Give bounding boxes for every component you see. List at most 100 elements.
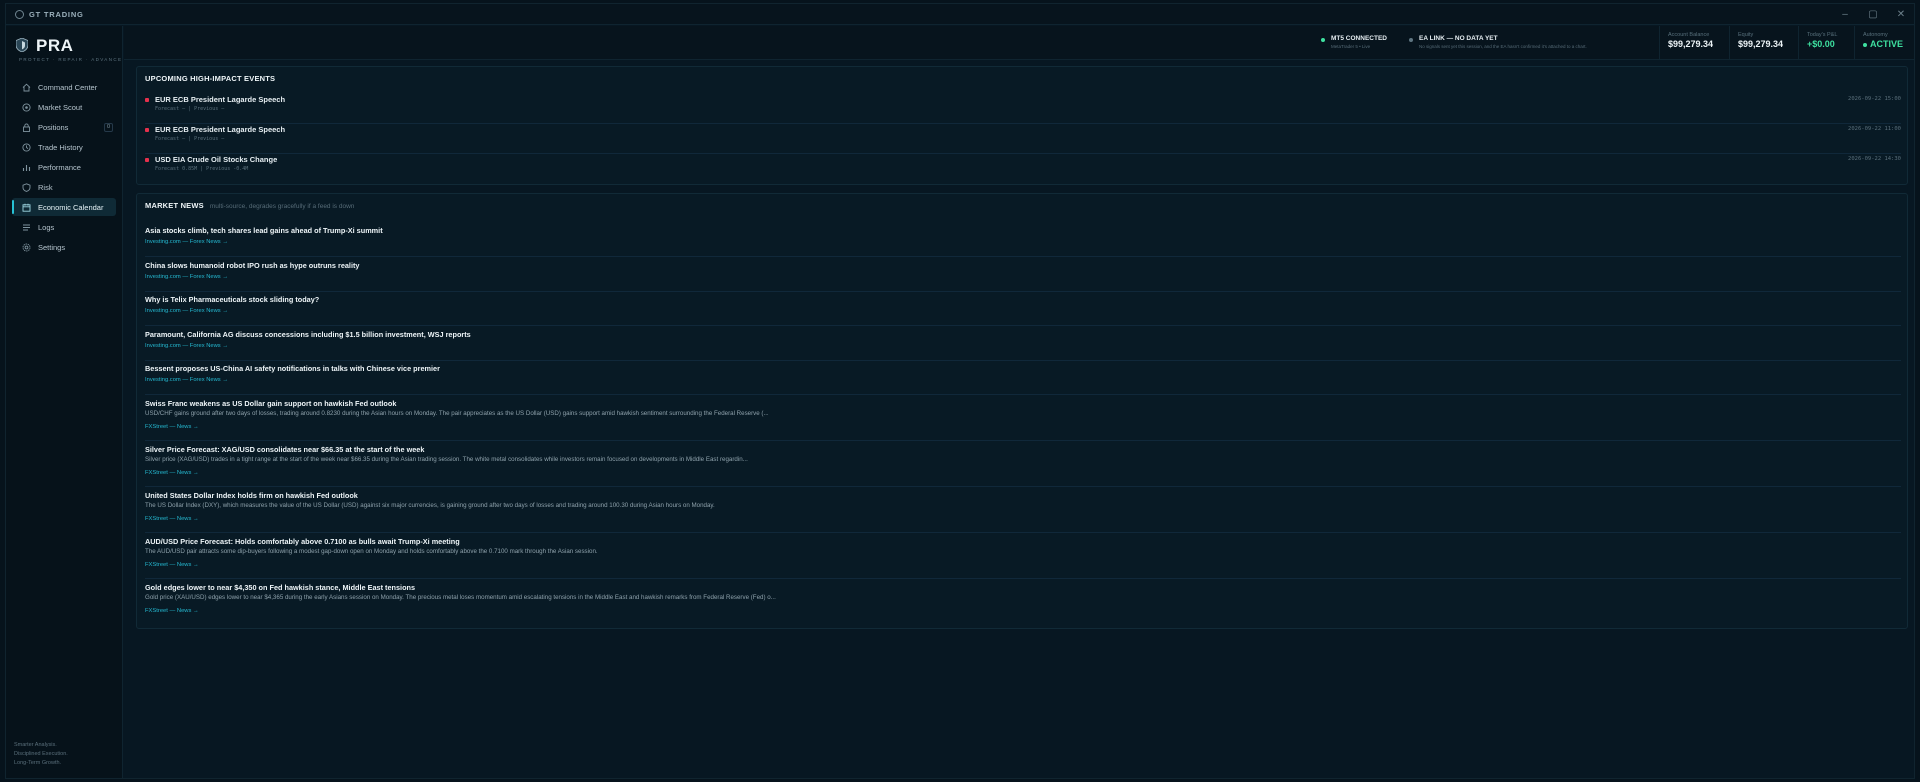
footer-line: Smarter Analysis. <box>14 742 57 748</box>
sidebar-item-label: Positions <box>38 122 69 132</box>
equity: Equity $99,279.34 <box>1729 26 1783 60</box>
bar-chart-icon <box>22 163 31 172</box>
window-controls: – ▢ ✕ <box>1840 4 1906 25</box>
news-source-link[interactable]: FXStreet — News → <box>145 470 199 476</box>
equity-value: $99,279.34 <box>1738 39 1784 49</box>
autonomy-label: Autonomy <box>1863 32 1888 38</box>
status-bar: MT5 CONNECTED MetaTrader 5 • Live EA LIN… <box>124 26 1914 60</box>
news-item: Swiss Franc weakens as US Dollar gain su… <box>145 399 1901 441</box>
gear-icon <box>22 243 31 252</box>
sidebar-item-label: Market Scout <box>38 102 83 112</box>
title-bar: GT TRADING – ▢ ✕ <box>6 4 1914 25</box>
news-source-link[interactable]: FXStreet — News → <box>145 424 199 430</box>
sidebar-item-performance[interactable]: Performance <box>12 158 116 176</box>
news-headline[interactable]: Gold edges lower to near $4,350 on Fed h… <box>145 583 415 592</box>
news-summary: Gold price (XAU/USD) edges lower to near… <box>145 594 776 601</box>
autonomy-dot-icon <box>1863 42 1867 47</box>
event-row[interactable]: EUR ECB President Lagarde Speech Forecas… <box>145 94 1901 124</box>
minimize-icon[interactable]: – <box>1840 9 1850 20</box>
target-icon <box>22 102 31 112</box>
footer-line: Long-Term Growth. <box>14 760 62 766</box>
equity-label: Equity <box>1738 32 1754 38</box>
news-source-link[interactable]: FXStreet — News → <box>145 562 199 568</box>
sidebar-item-risk[interactable]: Risk <box>12 178 116 196</box>
shield-icon <box>22 182 31 192</box>
news-source-link[interactable]: Investing.com — Forex News → <box>145 343 228 349</box>
mt5-status-dot-icon <box>1321 38 1325 42</box>
news-source-link[interactable]: FXStreet — News → <box>145 608 199 614</box>
sidebar-item-market-scout[interactable]: Market Scout <box>12 98 116 116</box>
list-icon <box>22 223 31 232</box>
sidebar-item-positions[interactable]: Positions 0 <box>12 118 116 136</box>
calendar-icon <box>22 203 31 212</box>
high-impact-icon <box>145 98 149 102</box>
close-icon[interactable]: ✕ <box>1896 9 1906 20</box>
event-meta: Forecast — | Previous — <box>155 106 225 112</box>
sidebar-item-economic-calendar[interactable]: Economic Calendar <box>12 198 116 216</box>
news-item: AUD/USD Price Forecast: Holds comfortabl… <box>145 537 1901 579</box>
positions-count-badge: 0 <box>103 123 113 132</box>
sidebar-item-command-center[interactable]: Command Center <box>12 78 116 96</box>
todays-pnl: Today's P&L +$0.00 <box>1798 26 1837 60</box>
event-time: 2026-09-22 15:00 <box>1848 96 1901 102</box>
ea-status-sub: No signals sent yet this session, and th… <box>1419 44 1587 49</box>
event-title: USD EIA Crude Oil Stocks Change <box>155 155 278 164</box>
ea-status-title: EA LINK — NO DATA YET <box>1419 35 1498 42</box>
news-headline[interactable]: Why is Telix Pharmaceuticals stock slidi… <box>145 295 319 304</box>
news-source-link[interactable]: Investing.com — Forex News → <box>145 239 228 245</box>
news-headline[interactable]: Silver Price Forecast: XAG/USD consolida… <box>145 445 424 454</box>
events-panel: UPCOMING HIGH-IMPACT EVENTS EUR ECB Pres… <box>136 66 1908 185</box>
mt5-status: MT5 CONNECTED MetaTrader 5 • Live <box>1321 26 1387 60</box>
sidebar-item-label: Settings <box>38 242 66 252</box>
event-row[interactable]: EUR ECB President Lagarde Speech Forecas… <box>145 124 1901 154</box>
news-headline[interactable]: AUD/USD Price Forecast: Holds comfortabl… <box>145 537 460 546</box>
sidebar-item-label: Performance <box>38 162 81 172</box>
app-window: GT TRADING – ▢ ✕ PRA PROTECT · REPAIR · … <box>5 3 1915 779</box>
news-headline[interactable]: China slows humanoid robot IPO rush as h… <box>145 261 359 270</box>
footer-line: Disciplined Execution. <box>14 751 68 757</box>
sidebar-item-logs[interactable]: Logs <box>12 218 116 236</box>
sidebar: PRA PROTECT · REPAIR · ADVANCE Command C… <box>6 26 123 778</box>
news-item: Why is Telix Pharmaceuticals stock slidi… <box>145 295 1901 326</box>
news-title-text: MARKET NEWS <box>145 201 204 210</box>
sidebar-item-label: Command Center <box>38 82 98 92</box>
event-time: 2026-09-22 14:30 <box>1848 156 1901 162</box>
brand-name: PRA <box>36 36 74 55</box>
sidebar-item-label: Economic Calendar <box>38 202 104 212</box>
events-title: UPCOMING HIGH-IMPACT EVENTS <box>145 74 276 83</box>
news-headline[interactable]: Asia stocks climb, tech shares lead gain… <box>145 226 383 235</box>
account-balance: Account Balance $99,279.34 <box>1659 26 1713 60</box>
sidebar-item-label: Risk <box>38 182 53 192</box>
high-impact-icon <box>145 128 149 132</box>
sidebar-nav: Command Center Market Scout Positions 0 <box>12 78 116 258</box>
maximize-icon[interactable]: ▢ <box>1868 9 1878 20</box>
app-logo-icon <box>15 9 24 19</box>
home-icon <box>22 83 31 92</box>
news-headline[interactable]: United States Dollar Index holds firm on… <box>145 491 358 500</box>
news-source-link[interactable]: Investing.com — Forex News → <box>145 274 228 280</box>
news-summary: The AUD/USD pair attracts some dip-buyer… <box>145 548 598 555</box>
sidebar-footer: Smarter Analysis. Disciplined Execution.… <box>14 741 68 768</box>
shield-logo-icon <box>16 38 28 52</box>
event-meta: Forecast — | Previous — <box>155 136 225 142</box>
event-title: EUR ECB President Lagarde Speech <box>155 125 286 134</box>
news-headline[interactable]: Paramount, California AG discuss concess… <box>145 330 471 339</box>
event-meta: Forecast 0.85M | Previous -0.4M <box>155 166 249 172</box>
pnl-label: Today's P&L <box>1807 32 1838 38</box>
news-source-link[interactable]: Investing.com — Forex News → <box>145 308 228 314</box>
ea-status-dot-icon <box>1409 38 1413 42</box>
sidebar-item-label: Logs <box>38 222 55 232</box>
news-summary: The US Dollar Index (DXY), which measure… <box>145 502 715 509</box>
news-item: China slows humanoid robot IPO rush as h… <box>145 261 1901 292</box>
news-headline[interactable]: Bessent proposes US-China AI safety noti… <box>145 364 440 373</box>
sidebar-item-trade-history[interactable]: Trade History <box>12 138 116 156</box>
autonomy-value: ACTIVE <box>1863 39 1903 49</box>
mt5-status-title: MT5 CONNECTED <box>1331 35 1387 42</box>
sidebar-item-settings[interactable]: Settings <box>12 238 116 256</box>
news-source-link[interactable]: Investing.com — Forex News → <box>145 377 228 383</box>
pnl-value: +$0.00 <box>1807 39 1835 49</box>
news-headline[interactable]: Swiss Franc weakens as US Dollar gain su… <box>145 399 396 408</box>
event-row[interactable]: USD EIA Crude Oil Stocks Change Forecast… <box>145 154 1901 184</box>
news-source-link[interactable]: FXStreet — News → <box>145 516 199 522</box>
news-title: MARKET NEWS multi-source, degrades gracef… <box>145 201 354 210</box>
